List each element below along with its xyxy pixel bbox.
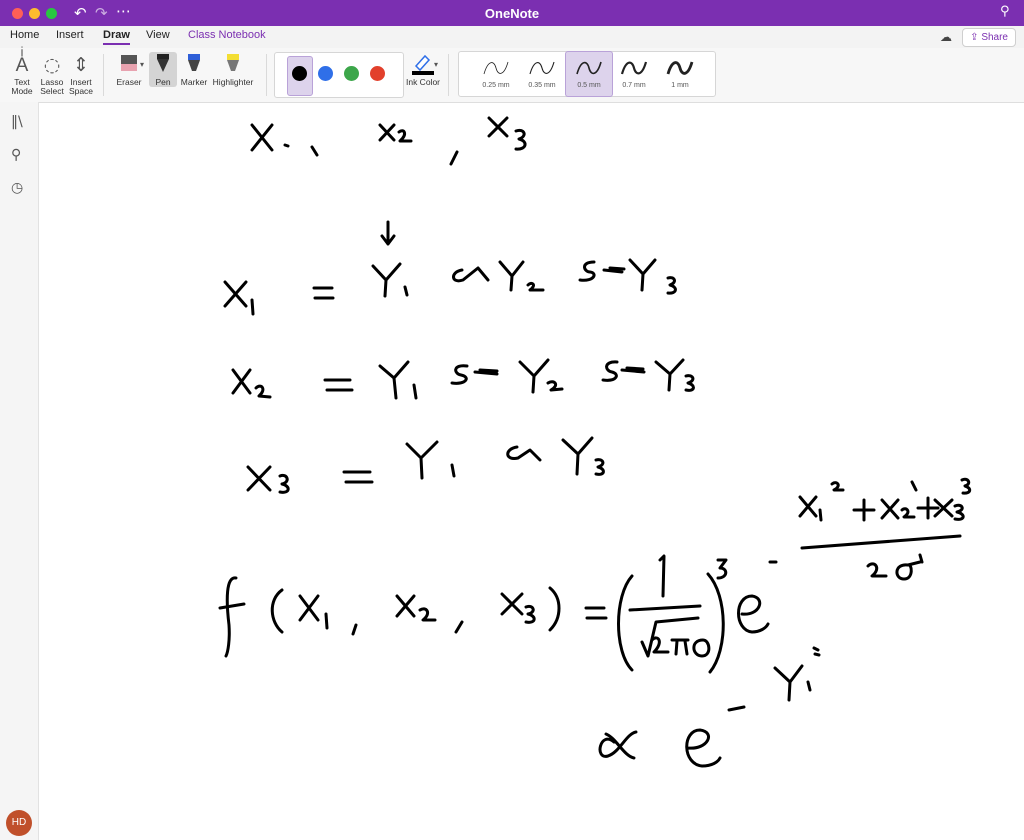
highlighter-icon [210,52,256,78]
insert-space-label: Insert Space [68,77,94,96]
menu-bar: Home Insert Draw View Class Notebook ☁ ⇪… [0,26,1024,48]
ribbon-divider [266,54,267,96]
pen-label: Pen [155,77,171,87]
thickness-label: 0.5 mm [577,82,601,89]
pen-color-palette [274,52,404,98]
eraser-label: Eraser [116,77,142,87]
ink-density-formula [218,477,972,674]
share-button[interactable]: ⇪ Share [962,28,1016,47]
color-swatch-blue[interactable] [318,66,333,81]
thickness-option-025[interactable]: 0.25 mm [473,52,519,96]
app-title: OneNote [484,6,540,21]
eraser-dropdown-icon[interactable]: ▾ [140,60,144,69]
account-icon[interactable]: ⚲ [1000,4,1010,19]
ribbon-divider [103,54,104,96]
tab-class-notebook[interactable]: Class Notebook [188,29,266,41]
color-swatch-red[interactable] [370,66,385,81]
ink-color-dropdown-icon[interactable]: ▾ [434,60,438,69]
handwritten-ink [218,116,972,768]
pen-icon [149,52,177,78]
notebooks-icon[interactable]: ‖\ [11,114,23,130]
marker-button[interactable]: Marker [176,52,212,87]
left-sidebar: ‖\ ⚲ ◷ HD [0,102,39,840]
avatar[interactable]: HD [6,810,32,836]
tab-view[interactable]: View [146,29,170,41]
ink-color-button[interactable]: Ink Color [405,52,441,87]
color-swatch-black[interactable] [292,66,307,81]
note-page-canvas[interactable] [39,103,1024,840]
thickness-option-1[interactable]: 1 mm [657,52,703,96]
highlighter-button[interactable]: Highlighter [210,52,256,87]
thickness-label: 0.25 mm [482,82,510,89]
highlighter-label: Highlighter [212,77,254,87]
ink-row-variables [250,116,527,166]
sync-status-icon[interactable]: ☁ [940,30,952,44]
ink-row-x2 [231,358,695,400]
ink-color-label: Ink Color [405,77,440,87]
thickness-option-05[interactable]: 0.5 mm [565,51,613,97]
thickness-option-07[interactable]: 0.7 mm [611,52,657,96]
ink-proportional-formula [598,646,821,768]
thickness-label: 0.35 mm [528,82,556,89]
ink-arrow [380,220,396,246]
insert-space-button[interactable]: ⇕ Insert Space [63,52,99,96]
thickness-label: 0.7 mm [622,82,646,89]
thickness-label: 1 mm [671,82,689,89]
search-icon[interactable]: ⚲ [11,147,21,163]
draw-ribbon: Aͥ Text Mode ◌ Lasso Select ⇕ Insert Spa… [0,48,1024,103]
thickness-option-035[interactable]: 0.35 mm [519,52,565,96]
pen-button[interactable]: Pen [149,52,177,87]
pen-thickness-gallery: 0.25 mm 0.35 mm 0.5 mm 0.7 mm 1 mm [458,51,716,97]
eraser-button[interactable]: Eraser [110,52,148,87]
recent-icon[interactable]: ◷ [11,180,23,196]
marker-label: Marker [180,77,208,87]
tab-draw[interactable]: Draw [103,29,130,45]
color-swatch-green[interactable] [344,66,359,81]
ink-row-x1 [223,258,677,316]
marker-icon [176,52,212,78]
ink-row-x3 [246,436,605,494]
text-mode-label: Text Mode [11,77,33,96]
lasso-select-label: Lasso Select [40,77,64,96]
tab-home[interactable]: Home [10,29,39,41]
ribbon-divider [448,54,449,96]
share-icon: ⇪ [970,32,982,43]
title-bar: ↶ ↷ ⋯ OneNote ⚲ [0,0,1024,26]
share-label: Share [981,32,1008,43]
tab-insert[interactable]: Insert [56,29,84,41]
insert-space-icon: ⇕ [73,54,89,76]
